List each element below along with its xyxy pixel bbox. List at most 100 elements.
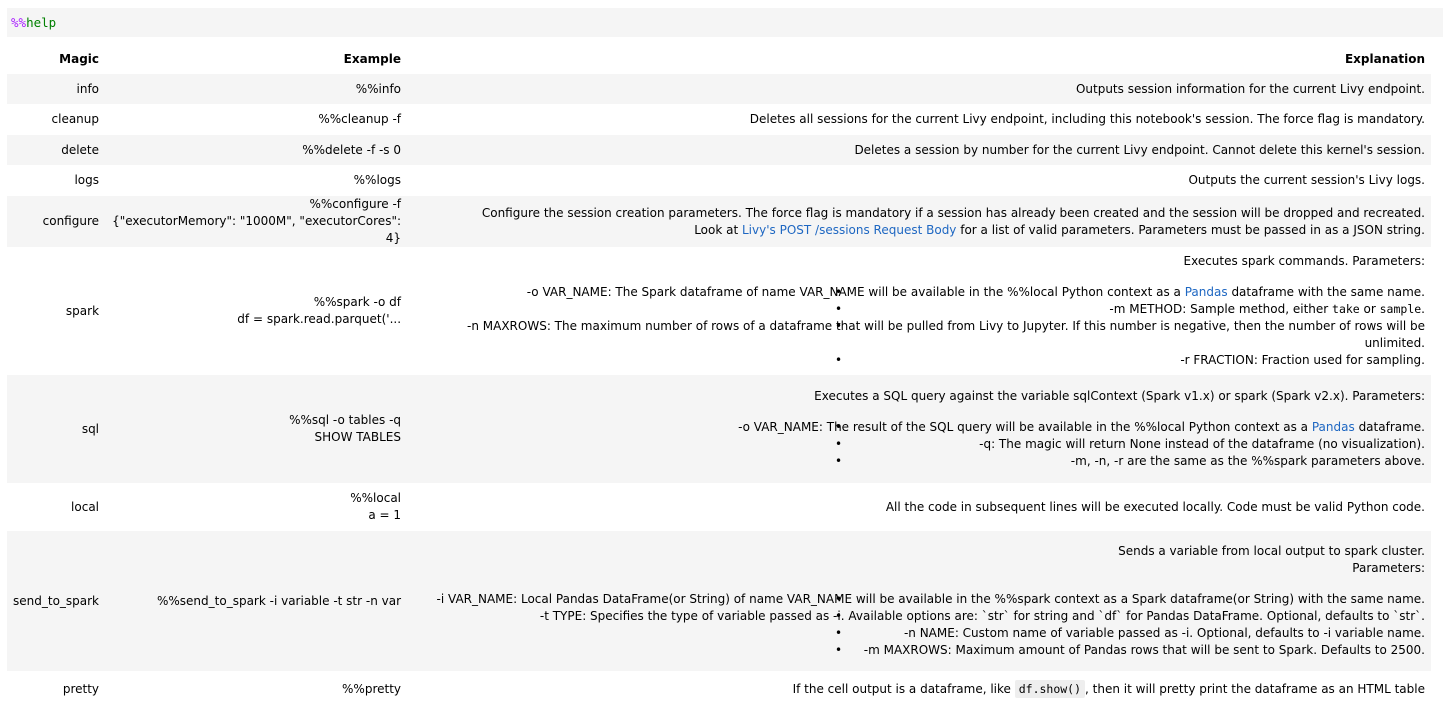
explanation-cell: Deletes all sessions for the current Liv… [749,112,1425,126]
livy-sessions-link[interactable]: Livy's POST /sessions Request Body [742,223,956,237]
magic-cell: configure [42,214,100,228]
explanation-cell: Executes a SQL query against the variabl… [407,375,1431,483]
example-line: %%configure -f [309,197,402,211]
explanation-cell: Sends a variable from local output to sp… [407,531,1431,671]
bullet-icon: • [835,454,843,468]
param-text: -o VAR_NAME: The result of the SQL query… [738,420,1312,434]
param-text: -n NAME: Custom name of variable passed … [903,626,1425,640]
bullet-icon: • [835,319,843,333]
param-text: -o VAR_NAME: The Spark dataframe of name… [526,285,1185,299]
bullet-icon: • [835,437,843,451]
table-row: delete %%delete -f -s 0 Deletes a sessio… [7,135,1431,165]
list-item: • -t TYPE: Specifies the type of variable… [413,608,1425,625]
explanation-intro: Executes a SQL query against the variabl… [814,389,1425,403]
bullet-icon: • [835,353,843,367]
example-line: a = 1 [368,508,402,522]
explanation-text: for a list of valid parameters. Paramete… [956,222,1425,237]
explanation-text: , then it will pretty print the datafram… [1085,681,1425,696]
header-example: Example [343,52,402,66]
list-item: • -r FRACTION: Fraction used for sampling… [413,352,1425,369]
example-cell: %%sql -o tables -q SHOW TABLES [105,375,407,483]
param-text: dataframe. [1354,420,1425,434]
bullet-icon: • [835,285,843,299]
inline-code: df.show() [1014,679,1086,698]
param-text: -q: The magic will return None instead o… [979,437,1425,451]
magic-cell: send_to_spark [13,593,100,608]
explanation-intro: Executes spark commands. Parameters: [1183,254,1425,268]
param-text: -r FRACTION: Fraction used for sampling. [1180,353,1425,367]
list-item: • -n MAXROWS: The maximum number of rows … [413,318,1425,352]
pandas-link[interactable]: Pandas [1312,420,1355,434]
table-row: sql %%sql -o tables -q SHOW TABLES Execu… [7,375,1431,483]
magic-command: help [26,15,57,30]
table-row: info %%info Outputs session information … [7,74,1431,104]
list-item: • -o VAR_NAME: The Spark dataframe of nam… [413,284,1425,301]
example-cell: %%logs [353,173,402,187]
explanation-cell: Outputs the current session's Livy logs. [1188,173,1425,187]
magic-cell: cleanup [51,112,100,126]
list-item: • -m, -n, -r are the same as the %%spark … [413,453,1425,470]
param-list: • -i VAR_NAME: Local Pandas DataFrame(or … [413,591,1425,659]
param-text: -m METHOD: Sample method, either [1109,302,1333,316]
explanation-cell: All the code in subsequent lines will be… [885,499,1425,514]
explanation-cell: Outputs session information for the curr… [1075,81,1425,96]
table-row: spark %%spark -o df df = spark.read.parq… [7,247,1431,375]
list-item: • -o VAR_NAME: The result of the SQL quer… [413,419,1425,436]
param-text: -i VAR_NAME: Local Pandas DataFrame(or S… [436,592,1425,606]
bullet-icon: • [835,609,843,623]
param-text: . [1421,302,1425,316]
param-text: -m, -n, -r are the same as the %%spark p… [1070,454,1425,468]
example-line: %%spark -o df [313,295,402,309]
inline-code: take [1332,302,1360,316]
explanation-text: Look at [694,222,742,237]
bullet-icon: • [835,592,843,606]
table-row: logs %%logs Outputs the current session'… [7,165,1431,196]
table-row: pretty %%pretty If the cell output is a … [7,671,1431,707]
explanation-intro: Sends a variable from local output to sp… [1118,544,1425,558]
explanation-text: If the cell output is a dataframe, like [792,681,1015,696]
example-line: %%local [350,491,402,505]
explanation-cell: Deletes a session by number for the curr… [854,142,1425,157]
table-row: configure %%configure -f {"executorMemor… [7,196,1431,247]
list-item: • -n NAME: Custom name of variable passed… [413,625,1425,642]
magic-cell: delete [61,142,100,157]
magic-cell: logs [74,173,100,187]
table-row: send_to_spark %%send_to_spark -i variabl… [7,531,1431,671]
example-line: SHOW TABLES [314,430,402,444]
magic-cell: pretty [62,681,100,696]
example-cell: %%send_to_spark -i variable -t str -n va… [156,593,402,608]
example-cell: %%local a = 1 [105,483,407,531]
explanation-cell: Executes spark commands. Parameters: • -o… [407,247,1431,375]
bullet-icon: • [835,643,843,657]
param-text: -t TYPE: Specifies the type of variable … [539,609,1425,623]
param-text: dataframe with the same name. [1227,285,1425,299]
magic-help-table: Magic Example Explanation info %%info Ou… [7,44,1431,707]
param-text: -m MAXROWS: Maximum amount of Pandas row… [863,643,1425,657]
explanation-cell: Configure the session creation parameter… [407,196,1431,247]
example-cell: %%cleanup -f [318,112,402,126]
explanation-cell: If the cell output is a dataframe, like … [407,671,1431,707]
table-row: local %%local a = 1 All the code in subs… [7,483,1431,531]
pandas-link[interactable]: Pandas [1185,285,1228,299]
example-line: df = spark.read.parquet('... [237,312,402,326]
code-cell-input[interactable]: %%help [7,8,1443,37]
inline-code: sample [1379,302,1422,316]
header-magic: Magic [59,52,100,66]
bullet-icon: • [835,302,843,316]
param-list: • -o VAR_NAME: The result of the SQL quer… [413,419,1425,470]
explanation-line: Look at Livy's POST /sessions Request Bo… [413,222,1425,239]
example-cell: %%pretty [342,681,402,696]
explanation-line: Configure the session creation parameter… [481,205,1425,220]
example-cell: %%spark -o df df = spark.read.parquet('.… [105,247,407,375]
list-item: • -i VAR_NAME: Local Pandas DataFrame(or … [413,591,1425,608]
example-cell: %%configure -f {"executorMemory": "1000M… [105,196,407,247]
param-list: • -o VAR_NAME: The Spark dataframe of nam… [413,284,1425,369]
list-item: • -q: The magic will return None instead … [413,436,1425,453]
bullet-icon: • [835,626,843,640]
example-cell: %%info [355,81,402,96]
param-text: -n MAXROWS: The maximum number of rows o… [467,319,1425,350]
explanation-intro: Parameters: [1352,561,1425,575]
example-line: {"executorMemory": "1000M", "executorCor… [112,214,402,245]
magic-prefix: %% [11,15,27,30]
example-line: %%sql -o tables -q [289,413,402,427]
